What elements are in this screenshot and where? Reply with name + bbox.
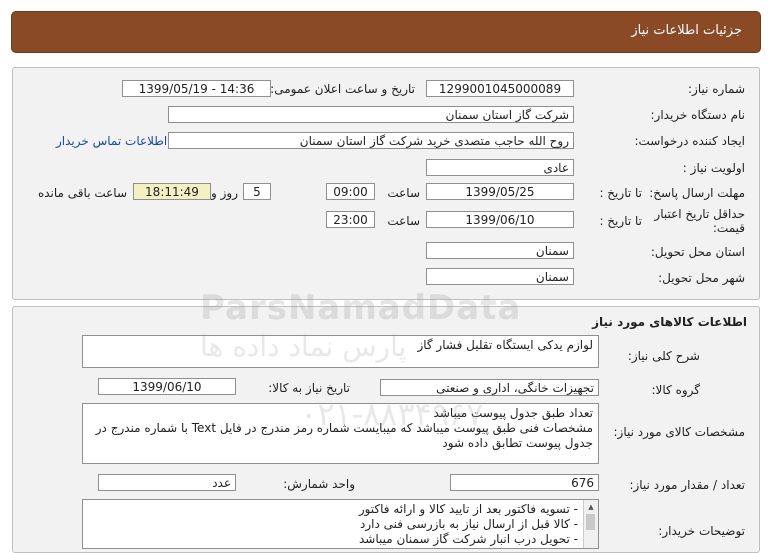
priority-field: عادی [426,159,574,176]
buyer-field: شرکت گاز استان سمنان [168,106,574,123]
group-label: گروه کالا: [651,383,701,397]
watermark-phone: ۰۲۱-۸۸۳۴۹۶۷ [300,395,484,433]
days-label: روز و [211,186,238,200]
spec-label: مشخصات کالای مورد نیاز: [613,425,745,439]
remaining-label: ساعت باقی مانده [37,186,127,200]
creator-label: ایجاد کننده درخواست: [634,134,745,148]
need-date-label: تاریخ نیاز به کالا: [268,381,350,395]
qty-field: 676 [450,474,599,491]
need-details-panel [12,67,760,300]
scroll-up-icon[interactable]: ▲ [586,502,596,512]
scroll-thumb[interactable] [586,514,595,530]
watermark-brand: ParsNamadData [200,288,522,328]
buyer-note: - تسویه فاکتور بعد از تایید کالا و ارائه… [358,502,578,516]
validity-until-label: تا تاریخ : [599,214,642,228]
deadline-until-label: تا تاریخ : [599,186,642,200]
deadline-date-field: 1399/05/25 [426,183,574,200]
validity-date-field: 1399/06/10 [426,211,574,228]
city-label: شهر محل تحویل: [658,271,745,285]
group-field: تجهیزات خانگی، اداری و صنعتی [380,379,599,396]
buyer-note: - کالا قبل از ارسال نیاز به بازرسی فنی د… [359,517,578,531]
validity-time-label: ساعت [387,214,420,228]
summary-label: شرح کلی نیاز: [627,349,700,363]
creator-field: روح الله حاجب متصدی خرید شرکت گاز استان … [168,132,574,149]
watermark-fa: پارس نماد داده ها [200,330,407,363]
buyer-contact-link[interactable]: اطلاعات تماس خریدار [56,134,167,148]
unit-label: واحد شمارش: [283,477,355,491]
deadline-time-label: ساعت [387,186,420,200]
notes-scrollbar[interactable]: ▲ [583,500,598,548]
province-label: استان محل تحویل: [650,245,745,259]
page-title: جزئیات اطلاعات نیاز [631,23,742,38]
province-field: سمنان [426,242,574,259]
announce-field: 1399/05/19 - 14:36 [122,80,271,97]
validity-time-field: 23:00 [326,211,375,228]
remaining-time-field: 18:11:49 [133,183,211,200]
buyer-notes-label: توضیحات خریدار: [658,524,745,538]
unit-field: عدد [98,474,236,491]
days-field: 5 [243,183,271,200]
announce-label: تاریخ و ساعت اعلان عمومی: [270,82,415,96]
goods-panel-title: اطلاعات کالاهای مورد نیاز [592,315,747,329]
need-date-field: 1399/06/10 [98,378,236,395]
validity-label: حداقل تاریخ اعتبار قیمت: [654,207,745,235]
buyer-notes-field[interactable]: - تسویه فاکتور بعد از تایید کالا و ارائه… [82,499,599,549]
buyer-label: نام دستگاه خریدار: [650,108,746,122]
deadline-label: مهلت ارسال پاسخ: [649,186,745,200]
need-number-field: 1299001045000089 [426,80,574,97]
city-field: سمنان [426,268,574,285]
need-number-label: شماره نیاز: [688,82,745,96]
qty-label: تعداد / مقدار مورد نیاز: [629,478,745,492]
priority-label: اولویت نیاز : [682,161,745,175]
page-header: جزئیات اطلاعات نیاز [11,11,761,53]
deadline-time-field: 09:00 [326,183,375,200]
